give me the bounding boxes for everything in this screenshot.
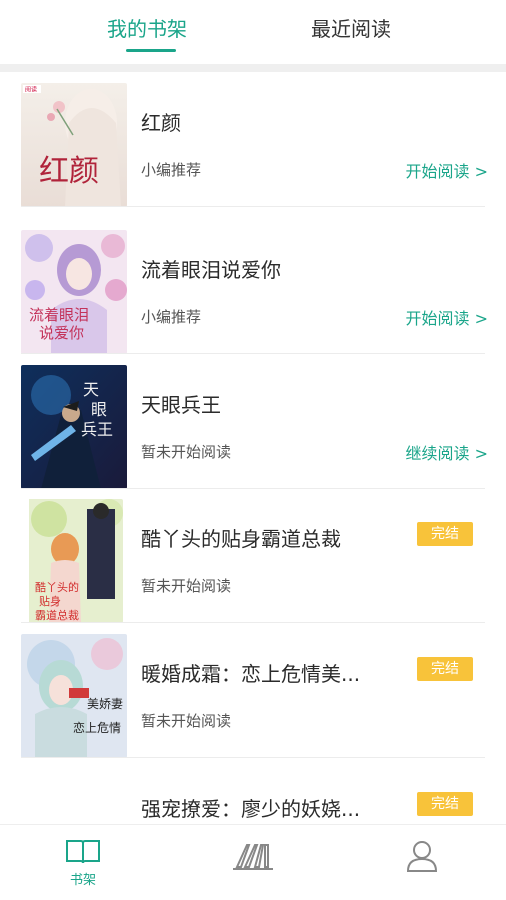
continue-reading-link[interactable]: 继续阅读 >: [406, 440, 489, 464]
nav-profile[interactable]: [392, 839, 452, 895]
book-title: 红颜: [141, 111, 181, 135]
book-row[interactable]: 天 眼 兵王 天眼兵王 暂未开始阅读 继续阅读 >: [0, 354, 506, 489]
book-subtitle: 暂未开始阅读: [141, 712, 232, 730]
book-row[interactable]: 美娇妻 恋上危情 暖婚成霜：恋上危情美... 暂未开始阅读 完结: [0, 623, 506, 758]
top-tab-bar: 我的书架 最近阅读: [0, 0, 506, 64]
nav-bookshelf[interactable]: 书架: [53, 839, 113, 895]
book-row[interactable]: 流着眼泪 说爱你 流着眼泪说爱你 小编推荐 开始阅读 >: [0, 219, 506, 354]
svg-text:眼: 眼: [91, 400, 107, 419]
start-reading-link[interactable]: 开始阅读 >: [406, 158, 489, 182]
svg-text:兵王: 兵王: [81, 420, 113, 439]
nav-bookstore[interactable]: [223, 839, 283, 895]
book-cover[interactable]: 天 眼 兵王: [21, 365, 127, 489]
tab-recent-reading[interactable]: 最近阅读: [311, 14, 391, 44]
book-subtitle: 暂未开始阅读: [141, 577, 232, 595]
nav-bookshelf-label: 书架: [69, 873, 96, 888]
completed-badge: 完结: [417, 792, 473, 816]
completed-badge: 完结: [417, 522, 473, 546]
book-title: 强宠撩爱：廖少的妖娆...: [141, 797, 361, 821]
book-row[interactable]: 酷丫头的 贴身 霸道总裁 酷丫头的贴身霸道总裁 暂未开始阅读 完结: [0, 488, 506, 623]
active-tab-indicator: [126, 49, 176, 52]
book-subtitle: 暂未开始阅读: [141, 443, 232, 461]
book-cover[interactable]: 酷丫头的 贴身 霸道总裁: [25, 499, 123, 623]
svg-text:霸道总裁: 霸道总裁: [35, 608, 79, 622]
completed-badge: 完结: [417, 657, 473, 681]
svg-text:贴身: 贴身: [39, 594, 61, 608]
book-title: 天眼兵王: [141, 393, 221, 417]
row-divider: [21, 206, 485, 207]
book-subtitle: 小编推荐: [141, 161, 202, 179]
user-icon: [406, 841, 438, 872]
svg-text:阅读: 阅读: [25, 86, 37, 94]
book-title: 酷丫头的贴身霸道总裁: [141, 527, 341, 551]
svg-text:天: 天: [83, 380, 99, 399]
svg-text:美娇妻: 美娇妻: [87, 697, 123, 711]
book-subtitle: 小编推荐: [141, 308, 202, 326]
bookstore-icon: [233, 844, 273, 870]
start-reading-link[interactable]: 开始阅读 >: [406, 305, 489, 329]
svg-text:酷丫头的: 酷丫头的: [35, 580, 79, 594]
book-cover[interactable]: 美娇妻 恋上危情: [21, 634, 127, 758]
book-cover[interactable]: 阅读 红颜: [21, 83, 127, 207]
book-row[interactable]: 阅读 红颜 红颜 小编推荐 开始阅读 >: [0, 72, 506, 207]
svg-text:说爱你: 说爱你: [39, 324, 84, 342]
book-title: 暖婚成霜：恋上危情美...: [141, 662, 361, 686]
cover-title-art: 红颜: [39, 154, 99, 189]
svg-text:流着眼泪: 流着眼泪: [29, 306, 89, 324]
book-cover[interactable]: 流着眼泪 说爱你: [21, 230, 127, 354]
book-row[interactable]: 强宠撩爱：廖少的妖娆... 完结: [0, 758, 506, 824]
tab-my-bookshelf[interactable]: 我的书架: [107, 14, 187, 44]
svg-text:恋上危情: 恋上危情: [73, 720, 121, 735]
book-title: 流着眼泪说爱你: [141, 258, 281, 282]
bookshelf-list: 阅读 红颜 红颜 小编推荐 开始阅读 > 流着眼泪 说爱你 流着眼泪说爱你 小编…: [0, 72, 506, 824]
bottom-navigation: 书架: [0, 824, 506, 900]
book-open-icon: [66, 840, 100, 864]
header-separator: [0, 64, 506, 72]
